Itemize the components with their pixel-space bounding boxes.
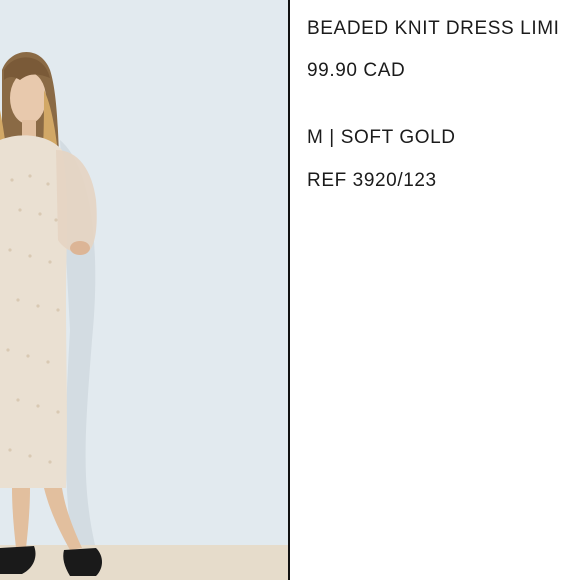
product-photo[interactable]: [0, 0, 288, 580]
product-price: 99.90 CAD: [307, 60, 406, 81]
model-photo-illustration: [0, 0, 288, 580]
product-variant: M | SOFT GOLD: [307, 127, 456, 148]
product-info-panel: BEADED KNIT DRESS LIMI 99.90 CAD M | SOF…: [290, 0, 580, 580]
product-detail-screen: BEADED KNIT DRESS LIMI 99.90 CAD M | SOF…: [0, 0, 580, 580]
product-reference: REF 3920/123: [307, 170, 437, 191]
product-name: BEADED KNIT DRESS LIMI: [307, 18, 560, 39]
